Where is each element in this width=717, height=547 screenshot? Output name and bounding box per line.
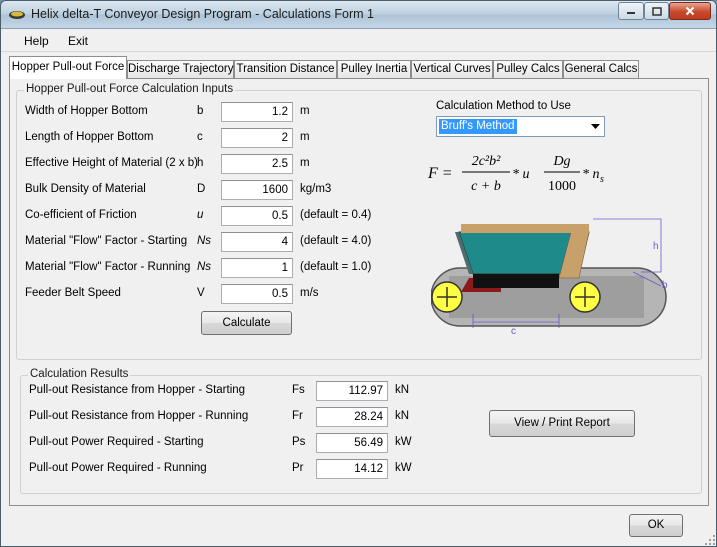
close-button[interactable] [669,2,711,20]
method-select[interactable]: Bruff's Method [436,116,605,137]
input-symbol: D [197,183,206,195]
input-label: Material "Flow" Factor - Starting [25,235,188,247]
input-unit: m [300,131,310,143]
tab-vertical-curves[interactable]: Vertical Curves [411,60,493,79]
formula-times-u: * u [512,167,530,182]
input-label: Co-efficient of Friction [25,209,137,221]
window-title: Helix delta-T Conveyor Design Program - … [31,7,374,21]
inputs-group-title: Hopper Pull-out Force Calculation Inputs [24,83,236,95]
input-unit: m [300,105,310,117]
resize-grip-icon[interactable] [704,534,716,546]
tab-transition-distance[interactable]: Transition Distance [234,60,337,79]
formula-numerator: 2c²b² [472,154,501,169]
result-symbol: Fr [292,410,303,422]
formula-lhs: F = [427,165,453,182]
input-symbol: u [197,209,204,221]
input-label: Feeder Belt Speed [25,287,121,299]
menu-help[interactable]: Help [24,34,49,48]
formula-denominator-2: 1000 [548,179,576,194]
minimize-icon [627,12,635,14]
method-selected-value: Bruff's Method [439,119,517,134]
results-group-title: Calculation Results [28,368,131,380]
bruff-formula: F = 2c²b² c + b * u Dg 1000 * n s [427,154,604,194]
length-hopper-bottom-field[interactable]: 2 [221,128,293,148]
chevron-down-icon [591,124,600,129]
h-dimension-line [593,218,662,273]
view-print-report-button[interactable]: View / Print Report [489,410,635,437]
input-symbol: h [197,157,204,169]
feeder-belt-speed-field[interactable]: 0.5 [221,284,293,304]
result-label: Pull-out Power Required - Starting [29,436,204,448]
result-unit: kN [395,410,410,422]
flow-factor-running-field[interactable]: 1 [221,258,293,278]
width-hopper-bottom-field[interactable]: 1.2 [221,102,293,122]
result-unit: kW [395,436,412,448]
ok-button[interactable]: OK [629,514,683,537]
fr-result-field[interactable]: 28.24 [316,407,388,427]
pr-result-field[interactable]: 14.12 [316,459,388,479]
app-conveyor-icon [9,11,25,19]
input-symbol: Ns [197,235,212,247]
input-unit: (default = 0.4) [300,209,372,221]
method-label: Calculation Method to Use [436,100,571,112]
h-label: h [653,241,659,252]
effective-height-field[interactable]: 2.5 [221,154,293,174]
tab-pulley-calcs[interactable]: Pulley Calcs [493,60,563,79]
friction-coefficient-field[interactable]: 0.5 [221,206,293,226]
input-symbol: V [197,287,205,299]
calculate-button[interactable]: Calculate [201,311,292,335]
bulk-density-field[interactable]: 1600 [221,180,293,200]
formula-numerator-2: Dg [552,154,570,169]
result-symbol: Pr [292,462,304,474]
input-symbol: b [197,105,204,117]
b-label: b [662,280,668,291]
ps-result-field[interactable]: 56.49 [316,433,388,453]
input-unit: m [300,157,310,169]
input-unit: kg/m3 [300,183,332,195]
input-symbol: c [197,131,203,143]
c-label: c [511,326,516,336]
tab-general-calcs[interactable]: General Calcs [563,60,639,79]
maximize-icon [651,6,662,16]
close-icon [685,6,695,16]
input-label: Material "Flow" Factor - Running [25,261,191,273]
formula-subscript: s [600,174,604,185]
material-top [461,224,589,233]
tab-pulley-inertia[interactable]: Pulley Inertia [337,60,411,79]
main-window: Helix delta-T Conveyor Design Program - … [0,0,717,547]
input-label: Effective Height of Material (2 x b) [25,157,198,169]
formula-times-n: * n [582,167,600,182]
title-bar[interactable]: Helix delta-T Conveyor Design Program - … [1,1,716,29]
input-unit: (default = 1.0) [300,261,372,273]
tab-hopper-pull-out-force[interactable]: Hopper Pull-out Force [9,56,127,79]
result-label: Pull-out Resistance from Hopper - Starti… [29,384,246,396]
input-label: Bulk Density of Material [25,183,146,195]
result-unit: kN [395,384,410,396]
input-symbol: Ns [197,261,212,273]
maximize-button[interactable] [644,2,669,20]
input-unit: (default = 4.0) [300,235,372,247]
result-symbol: Fs [292,384,305,396]
menu-bar: Help Exit [1,30,716,52]
fs-result-field[interactable]: 112.97 [316,381,388,401]
result-unit: kW [395,462,412,474]
tab-discharge-trajectory[interactable]: Discharge Trajectory [127,60,234,79]
result-label: Pull-out Power Required - Running [29,462,207,474]
result-label: Pull-out Resistance from Hopper - Runnin… [29,410,249,422]
input-label: Width of Hopper Bottom [25,105,148,117]
formula-denominator: c + b [471,179,501,194]
minimize-button[interactable] [618,2,644,20]
flow-factor-starting-field[interactable]: 4 [221,232,293,252]
input-unit: m/s [300,287,319,299]
hopper-diagram: h b c [431,218,668,336]
result-symbol: Ps [292,436,306,448]
hopper-bottom-skirt [473,274,559,288]
menu-exit[interactable]: Exit [68,34,88,48]
input-label: Length of Hopper Bottom [25,131,154,143]
